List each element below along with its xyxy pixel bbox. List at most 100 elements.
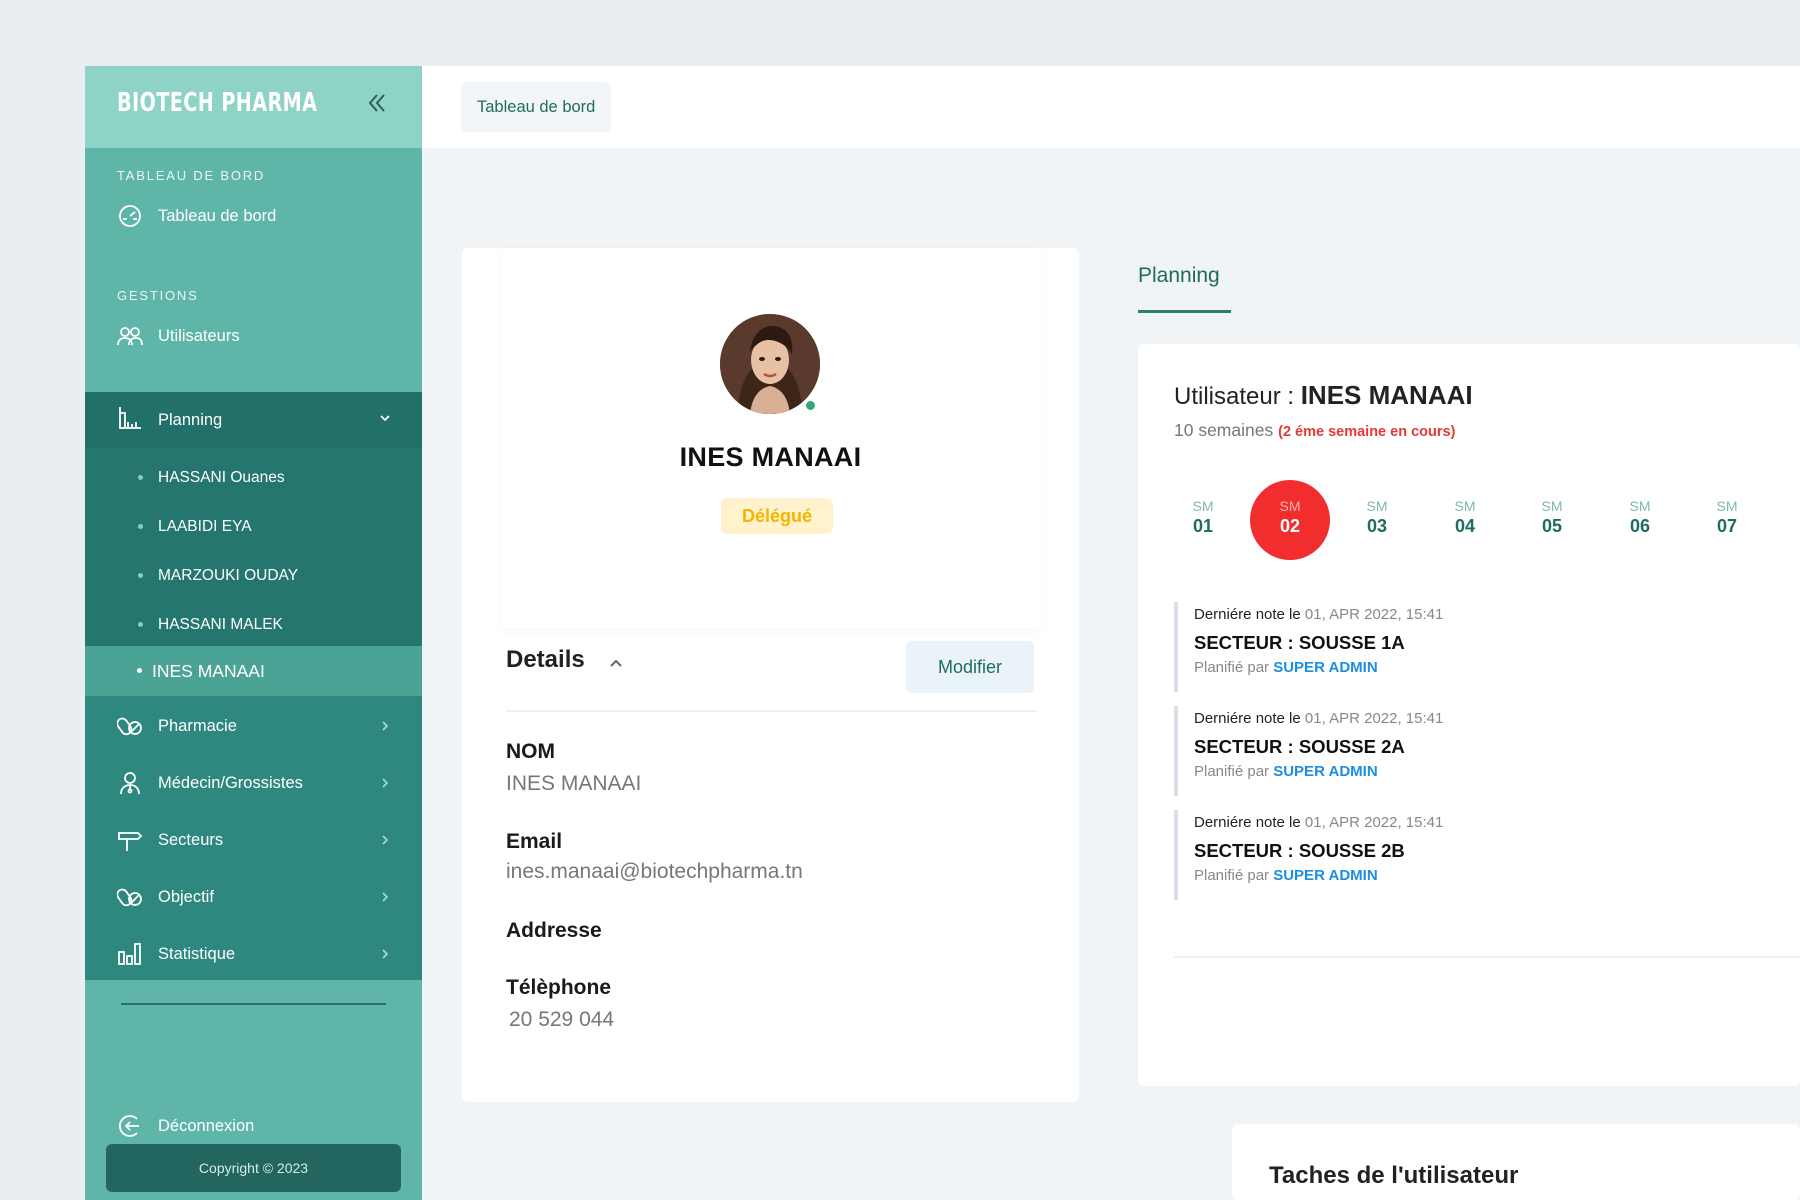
- field-value-email: ines.manaai@biotechpharma.tn: [506, 860, 803, 883]
- week-number: 03: [1366, 516, 1388, 536]
- pills-icon: [117, 713, 143, 739]
- planning-sub-item-current[interactable]: INES MANAAI: [85, 646, 422, 696]
- section-label-gestions: GESTIONS: [117, 288, 199, 303]
- note-prefix: Derniére note le: [1194, 710, 1301, 727]
- profile-summary: [501, 248, 1041, 628]
- logout-icon: [117, 1113, 143, 1139]
- tasks-title: Taches de l'utilisateur: [1269, 1162, 1519, 1189]
- planner-name[interactable]: SUPER ADMIN: [1273, 867, 1377, 884]
- bullet-dot: [138, 524, 143, 529]
- week-pill[interactable]: SM 06: [1600, 480, 1680, 560]
- planner-name[interactable]: SUPER ADMIN: [1273, 659, 1377, 676]
- copyright-footer: Copyright © 2023: [106, 1144, 401, 1192]
- online-status-dot: [803, 398, 818, 413]
- chevron-up-icon[interactable]: [608, 655, 624, 671]
- collapse-sidebar-icon[interactable]: [362, 88, 392, 118]
- planning-sub-label: LAABIDI EYA: [158, 517, 252, 535]
- field-label-addresse: Addresse: [506, 919, 602, 942]
- note-date: 01, APR 2022, 15:41: [1304, 606, 1444, 623]
- note-date-line: Derniére note le 01, APR 2022, 15:41: [1194, 606, 1443, 623]
- week-pill[interactable]: SM 03: [1337, 480, 1417, 560]
- chevron-right-icon: [378, 833, 392, 847]
- week-pill-active[interactable]: SM 02: [1250, 480, 1330, 560]
- sidebar-item-pharmacie[interactable]: Pharmacie: [85, 700, 422, 752]
- chevron-right-icon: [378, 719, 392, 733]
- sidebar-item-secteurs[interactable]: Secteurs: [85, 814, 422, 866]
- sidebar-item-label: Statistique: [158, 944, 236, 963]
- week-number: 06: [1629, 516, 1651, 536]
- planning-sub-item[interactable]: LAABIDI EYA: [85, 502, 422, 551]
- sidebar-item-planning[interactable]: Planning: [85, 392, 422, 448]
- field-label-nom: NOM: [506, 740, 555, 763]
- modifier-button[interactable]: Modifier: [906, 641, 1034, 693]
- note-date: 01, APR 2022, 15:41: [1304, 814, 1444, 831]
- top-bar: Tableau de bord: [422, 66, 1800, 148]
- planner-name[interactable]: SUPER ADMIN: [1273, 763, 1377, 780]
- note-date: 01, APR 2022, 15:41: [1304, 710, 1444, 727]
- planned-by-label: Planifié par: [1194, 763, 1270, 780]
- planning-note[interactable]: Derniére note le 01, APR 2022, 15:41 SEC…: [1174, 602, 1734, 692]
- note-planned-by: Planifié par SUPER ADMIN: [1194, 763, 1378, 780]
- current-week-note: (2 éme semaine en cours): [1278, 424, 1456, 440]
- planning-card: Utilisateur : INES MANAAI 10 semaines (2…: [1138, 344, 1800, 1086]
- planning-divider: [1174, 956, 1800, 958]
- planned-by-label: Planifié par: [1194, 659, 1270, 676]
- brand-logo[interactable]: BIOTECH PHARMA: [117, 88, 317, 118]
- week-pill[interactable]: SM 01: [1163, 480, 1243, 560]
- breadcrumb[interactable]: Tableau de bord: [461, 82, 612, 132]
- field-value-nom: INES MANAAI: [506, 772, 642, 795]
- planning-sub-label: INES MANAAI: [152, 660, 265, 681]
- brand-header: BIOTECH PHARMA: [85, 66, 422, 148]
- week-number: 01: [1192, 516, 1214, 536]
- field-label-telephone: Télèphone: [506, 976, 612, 999]
- week-pill[interactable]: SM 04: [1425, 480, 1505, 560]
- sidebar-item-objectif[interactable]: Objectif: [85, 871, 422, 923]
- sidebar-item-medecin[interactable]: Médecin/Grossistes: [85, 757, 422, 809]
- field-label-email: Email: [506, 830, 563, 853]
- chevron-down-icon: [378, 411, 392, 425]
- bullet-dot: [138, 573, 143, 578]
- section-label-dashboard: TABLEAU DE BORD: [117, 168, 266, 183]
- sidebar-item-label: Médecin/Grossistes: [158, 773, 303, 792]
- week-label: SM: [1541, 498, 1563, 514]
- logout-label: Déconnexion: [158, 1116, 255, 1135]
- planning-note[interactable]: Derniére note le 01, APR 2022, 15:41 SEC…: [1174, 706, 1734, 796]
- details-divider: [506, 710, 1037, 712]
- sidebar-item-label: Secteurs: [158, 830, 224, 849]
- week-pill[interactable]: SM 05: [1512, 480, 1592, 560]
- profile-name: INES MANAAI: [679, 442, 862, 472]
- bar-chart-icon: [117, 941, 143, 967]
- bullet-dot: [137, 668, 142, 673]
- sidebar-item-label: Tableau de bord: [158, 206, 277, 225]
- chevron-right-icon: [378, 890, 392, 904]
- sidebar-item-dashboard[interactable]: Tableau de bord: [85, 190, 422, 242]
- chevron-right-icon: [378, 776, 392, 790]
- field-value-telephone: 20 529 044: [509, 1008, 615, 1031]
- sidebar-item-label: Objectif: [158, 887, 214, 906]
- note-planned-by: Planifié par SUPER ADMIN: [1194, 659, 1378, 676]
- doctor-icon: [117, 770, 143, 796]
- planning-sub-label: MARZOUKI OUDAY: [158, 566, 299, 584]
- user-prefix: Utilisateur :: [1174, 383, 1301, 410]
- sidebar-item-statistique[interactable]: Statistique: [85, 928, 422, 980]
- note-prefix: Derniére note le: [1194, 606, 1301, 623]
- planning-note[interactable]: Derniére note le 01, APR 2022, 15:41 SEC…: [1174, 810, 1734, 900]
- planning-sub-item[interactable]: HASSANI Ouanes: [85, 453, 422, 502]
- planned-by-label: Planifié par: [1194, 867, 1270, 884]
- note-sector: SECTEUR : SOUSSE 2B: [1194, 840, 1405, 861]
- tab-planning[interactable]: Planning: [1138, 264, 1220, 288]
- week-pill[interactable]: SM 07: [1687, 480, 1767, 560]
- note-sector: SECTEUR : SOUSSE 1A: [1194, 632, 1405, 653]
- planning-icon: [117, 405, 143, 431]
- bullet-dot: [138, 622, 143, 627]
- sidebar-item-users[interactable]: Utilisateurs: [85, 310, 422, 362]
- planning-sub-item[interactable]: MARZOUKI OUDAY: [85, 551, 422, 600]
- note-accent-bar: [1174, 602, 1178, 692]
- details-title: Details: [506, 646, 585, 673]
- sidebar-divider: [121, 1003, 386, 1005]
- note-sector: SECTEUR : SOUSSE 2A: [1194, 736, 1405, 757]
- role-badge: Délégué: [721, 498, 833, 534]
- planning-sub-item[interactable]: HASSANI MALEK: [85, 600, 422, 649]
- week-number: 07: [1716, 516, 1738, 536]
- planning-sub-label: HASSANI Ouanes: [158, 468, 285, 486]
